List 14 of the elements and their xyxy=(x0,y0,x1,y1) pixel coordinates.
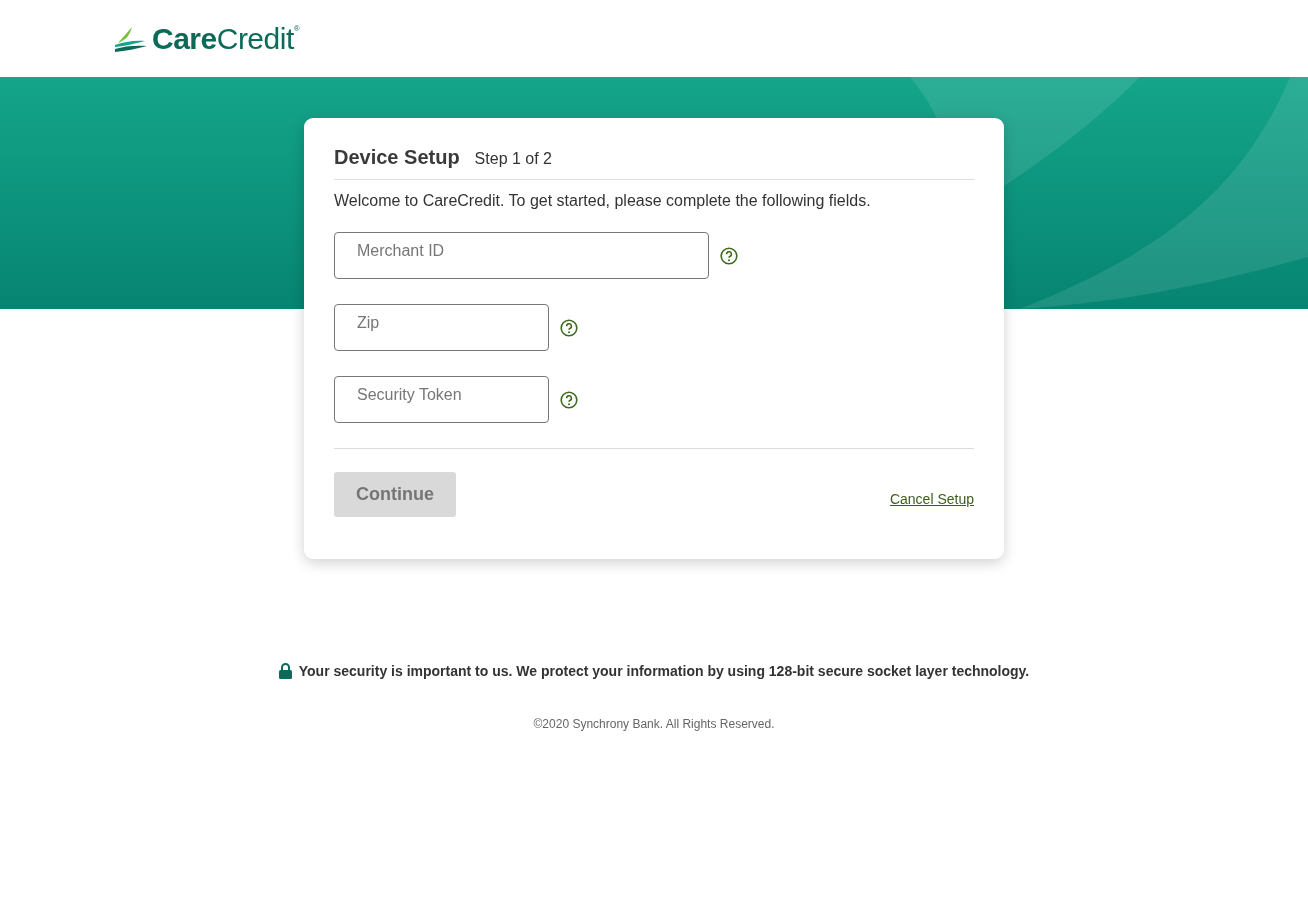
help-icon[interactable] xyxy=(560,390,578,409)
copyright-text: ©2020 Synchrony Bank. All Rights Reserved. xyxy=(533,717,775,731)
input-field[interactable]: Security Token xyxy=(334,376,549,423)
brand-logo: CareCredit$^{®}$ xyxy=(152,21,300,56)
help-icon[interactable] xyxy=(720,246,738,265)
input-field[interactable]: Zip xyxy=(334,304,549,351)
input-field[interactable]: Merchant ID xyxy=(334,232,709,279)
intro-text: Welcome to CareCredit. To get started, please complete the following fields. xyxy=(334,192,872,210)
lock-icon xyxy=(278,663,292,679)
card-title: Device Setup xyxy=(334,146,460,169)
step-indicator: Step 1 of 2 xyxy=(474,150,552,168)
cancel-link[interactable]: Cancel Setup xyxy=(889,490,974,507)
help-icon[interactable] xyxy=(560,318,578,337)
security-notice: Your security is important to us. We protect your information by using 128-bit secure socket layer technology. xyxy=(298,663,1030,679)
